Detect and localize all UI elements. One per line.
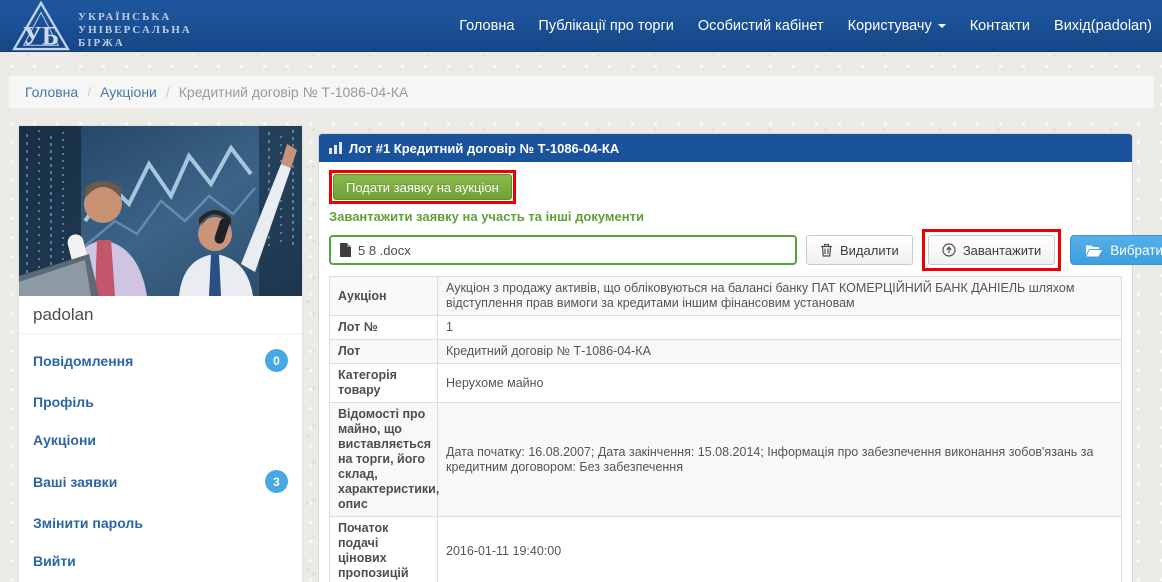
breadcrumb-home[interactable]: Головна: [25, 84, 78, 100]
table-row-property-details: Відомості про майно, що виставляється на…: [330, 403, 1122, 517]
table-row-auction: Аукціон Аукціон з продажу активів, що об…: [330, 277, 1122, 316]
submit-button-annotation: Подати заявку на аукціон: [329, 170, 516, 204]
row-value: Нерухоме майно: [438, 364, 1122, 403]
row-label: Лот: [330, 340, 438, 364]
main-menu: Головна Публікації про торги Особистий к…: [459, 0, 1152, 52]
upload-documents-label: Завантажити заявку на участь та інші док…: [329, 209, 1122, 224]
svg-text:УБ: УБ: [23, 21, 59, 50]
sidebar-item-profile[interactable]: Профіль: [19, 383, 302, 421]
file-upload-row: 5 8 .docx Видалити: [329, 229, 1122, 271]
sidebar-item-label: Вийти: [33, 553, 76, 569]
brand-logo[interactable]: УБ УКРАЇНСЬКА УНІВЕРСАЛЬНА БІРЖА: [12, 1, 192, 51]
bids-count-badge: 3: [265, 470, 288, 493]
nav-item-logout[interactable]: Вихід(padolan): [1054, 18, 1152, 34]
lot-panel-header: Лот #1 Кредитний договір № Т-1086-04-КА: [319, 134, 1132, 162]
upload-file-button[interactable]: Завантажити: [928, 235, 1055, 265]
lot-panel-title: Лот #1 Кредитний договір № Т-1086-04-КА: [349, 141, 619, 156]
delete-file-button[interactable]: Видалити: [806, 235, 913, 265]
table-row-category: Категорія товару Нерухоме майно: [330, 364, 1122, 403]
selected-file-field[interactable]: 5 8 .docx: [329, 235, 797, 265]
breadcrumb-separator: /: [166, 84, 170, 100]
sidebar-menu: Повідомлення 0 Профіль Аукціони Ваші зая…: [19, 334, 302, 580]
row-value: Аукціон з продажу активів, що обліковуют…: [438, 277, 1122, 316]
sidebar-item-messages[interactable]: Повідомлення 0: [19, 338, 302, 383]
lot-info-table: Аукціон Аукціон з продажу активів, що об…: [329, 276, 1122, 582]
file-icon: [340, 243, 351, 257]
sidebar-item-label: Профіль: [33, 394, 94, 410]
messages-count-badge: 0: [265, 349, 288, 372]
sidebar-item-label: Аукціони: [33, 432, 96, 448]
row-label: Лот №: [330, 316, 438, 340]
row-label: Початок подачі цінових пропозицій: [330, 517, 438, 582]
sidebar-item-logout[interactable]: Вийти: [19, 542, 302, 580]
folder-open-icon: [1086, 244, 1102, 257]
top-navbar: УБ УКРАЇНСЬКА УНІВЕРСАЛЬНА БІРЖА Головна…: [0, 0, 1162, 52]
sidebar-item-label: Змінити пароль: [33, 515, 143, 531]
choose-file-button[interactable]: Вибрати ...: [1070, 235, 1162, 265]
username: padolan: [19, 296, 302, 334]
table-row-lot: Лот Кредитний договір № Т-1086-04-КА: [330, 340, 1122, 364]
bar-chart-icon: [329, 142, 342, 154]
breadcrumb-current: Кредитний договір № Т-1086-04-КА: [179, 84, 409, 100]
lot-panel: Лот #1 Кредитний договір № Т-1086-04-КА …: [318, 133, 1133, 582]
row-label: Аукціон: [330, 277, 438, 316]
row-value: Дата початку: 16.08.2007; Дата закінченн…: [438, 403, 1122, 517]
table-row-lot-number: Лот № 1: [330, 316, 1122, 340]
exchange-logo-icon: УБ: [12, 1, 70, 51]
breadcrumb-auctions[interactable]: Аукціони: [100, 84, 157, 100]
nav-item-cabinet[interactable]: Особистий кабінет: [698, 18, 824, 34]
choose-file-label: Вибрати ...: [1110, 243, 1162, 258]
breadcrumb: Головна / Аукціони / Кредитний договір №…: [8, 75, 1154, 109]
nav-item-user-dropdown[interactable]: Користувачу: [848, 18, 946, 34]
nav-item-home[interactable]: Головна: [459, 18, 514, 34]
trash-icon: [820, 243, 833, 257]
table-row-bidding-start: Початок подачі цінових пропозицій 2016-0…: [330, 517, 1122, 582]
upload-button-annotation: Завантажити: [922, 229, 1061, 271]
upload-circle-icon: [942, 243, 956, 257]
sidebar-item-change-password[interactable]: Змінити пароль: [19, 504, 302, 542]
brand-name: УКРАЇНСЬКА УНІВЕРСАЛЬНА БІРЖА: [78, 11, 192, 50]
row-value: 2016-01-11 19:40:00: [438, 517, 1122, 582]
lot-panel-body: Подати заявку на аукціон Завантажити зая…: [319, 162, 1132, 582]
sidebar-item-your-bids[interactable]: Ваші заявки 3: [19, 459, 302, 504]
selected-file-name: 5 8 .docx: [358, 243, 411, 258]
row-label: Відомості про майно, що виставляється на…: [330, 403, 438, 517]
sidebar-item-label: Ваші заявки: [33, 474, 117, 490]
nav-item-publications[interactable]: Публікації про торги: [538, 18, 673, 34]
breadcrumb-separator: /: [87, 84, 91, 100]
sidebar-item-auctions[interactable]: Аукціони: [19, 421, 302, 459]
sidebar-item-label: Повідомлення: [33, 353, 133, 369]
row-label: Категорія товару: [330, 364, 438, 403]
upload-file-label: Завантажити: [963, 243, 1041, 258]
caret-down-icon: [938, 24, 946, 28]
sidebar: padolan Повідомлення 0 Профіль Аукціони …: [18, 125, 303, 582]
delete-file-label: Видалити: [840, 243, 899, 258]
nav-item-contacts[interactable]: Контакти: [970, 18, 1030, 34]
row-value: 1: [438, 316, 1122, 340]
traders-photo: [19, 126, 302, 296]
submit-bid-button[interactable]: Подати заявку на аукціон: [333, 174, 512, 200]
row-value: Кредитний договір № Т-1086-04-КА: [438, 340, 1122, 364]
